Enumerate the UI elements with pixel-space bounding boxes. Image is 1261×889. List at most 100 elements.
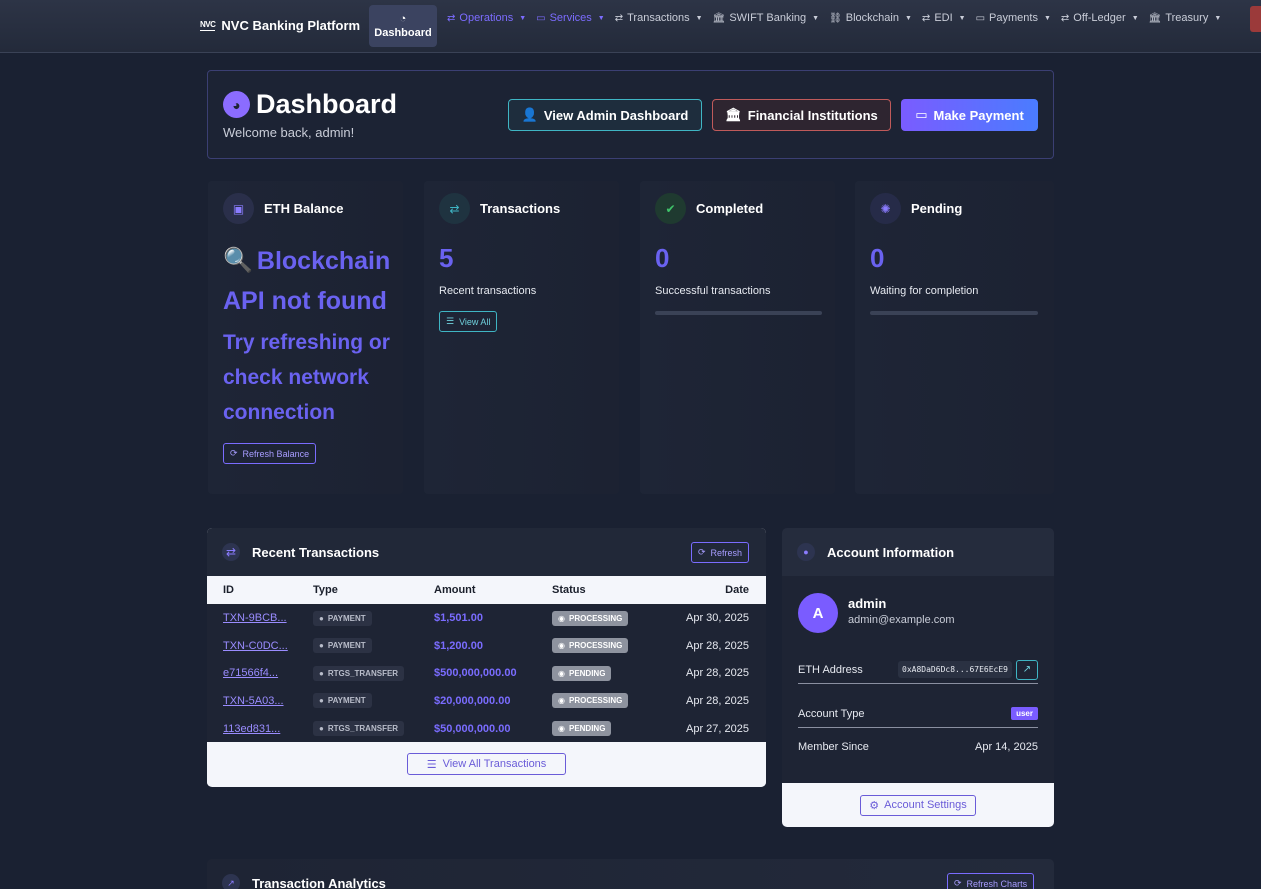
error-line-2: API not found (223, 287, 387, 315)
list-icon: ☰ (446, 316, 455, 326)
nav-user-button[interactable] (1250, 6, 1261, 32)
nav-item-treasury[interactable]: 🏛 Treasury ▼ (1149, 12, 1222, 24)
nav-item-label: EDI (934, 12, 953, 24)
nav-dashboard[interactable]: ◔ Dashboard (369, 5, 437, 47)
clock-icon: ◉ (558, 696, 565, 706)
nav-item-services[interactable]: ▭ Services ▼ (536, 12, 605, 24)
nav-item-label: Blockchain (845, 12, 899, 24)
transaction-status-badge: ◉ PENDING (552, 665, 612, 681)
caret-down-icon: ▼ (597, 14, 605, 22)
caret-down-icon: ▼ (695, 14, 703, 22)
exchange-icon: ⇄ (439, 193, 470, 224)
external-link-icon[interactable]: ↗ (1016, 659, 1038, 680)
transaction-status-badge: ◉ PROCESSING (552, 610, 629, 626)
transaction-id-link[interactable]: TXN-C0DC... (223, 640, 288, 652)
financial-institutions-button[interactable]: 🏛 Financial Institutions (712, 99, 891, 131)
search-icon: 🔍 (223, 247, 253, 274)
transaction-date: Apr 28, 2025 (672, 659, 766, 688)
table-row: TXN-9BCB... ● PAYMENT $1,501.00 ◉ PROCESSING A… (207, 604, 766, 632)
recent-transactions-title: Recent Transactions (252, 544, 380, 560)
dashboard-gauge-icon: ◔ (399, 13, 407, 25)
transaction-status-text: PENDING (568, 724, 606, 734)
transaction-type-text: RTGS_TRANSFER (327, 668, 399, 678)
refresh-balance-label: Refresh Balance (242, 448, 310, 459)
brand[interactable]: NVC NVC Banking Platform (200, 18, 360, 33)
nav-item-label: Operations (459, 12, 514, 24)
completed-label: Completed (696, 201, 764, 216)
transaction-date: Apr 28, 2025 (672, 631, 766, 660)
dot-icon: ● (319, 668, 324, 678)
transaction-type-badge: ● PAYMENT (313, 693, 372, 709)
refresh-charts-button[interactable]: ⟳ Refresh Charts (947, 873, 1035, 889)
transaction-status-text: PENDING (568, 668, 606, 678)
transaction-id-link[interactable]: e71566f4... (223, 667, 278, 679)
welcome-text: Welcome back, admin! (223, 125, 355, 140)
transaction-id-link[interactable]: 113ed831... (223, 723, 280, 735)
nav-item-payments[interactable]: ▭ Payments ▼ (976, 12, 1051, 24)
nav-item-transactions[interactable]: ⇄ Transactions ▼ (615, 12, 703, 24)
refresh-icon: ⟳ (230, 448, 238, 458)
spinner-icon: ✺ (870, 193, 901, 224)
pending-card: ✺ Pending 0 Waiting for completion (855, 181, 1054, 494)
refresh-balance-button[interactable]: ⟳ Refresh Balance (223, 443, 317, 464)
table-row: TXN-C0DC... ● PAYMENT $1,200.00 ◉ PROCESSING A… (207, 631, 766, 660)
col-date: Date (672, 576, 766, 605)
account-information-title: Account Information (827, 544, 955, 560)
eth-address-value: 0xA8DaD6Dc8...67E6EcE9 (898, 661, 1012, 678)
nav-item-blockchain[interactable]: ⛓ Blockchain ▼ (829, 12, 912, 24)
transaction-status-text: PROCESSING (568, 613, 623, 623)
transaction-analytics-title: Transaction Analytics (252, 876, 386, 889)
clock-icon: ◉ (558, 724, 565, 734)
view-all-transactions-button[interactable]: ☰ View All Transactions (407, 753, 566, 776)
transaction-amount: $1,501.00 (434, 612, 483, 625)
account-type-row: Account Type user (798, 700, 1038, 728)
refresh-icon: ⟳ (698, 547, 706, 557)
exchange-icon: ⇄ (447, 12, 456, 24)
transaction-id-link[interactable]: TXN-5A03... (223, 695, 284, 707)
caret-down-icon: ▼ (904, 14, 912, 22)
caret-down-icon: ▼ (1131, 14, 1139, 22)
refresh-icon: ⟳ (954, 878, 962, 888)
transaction-date: Apr 27, 2025 (672, 714, 766, 743)
pending-sub: Waiting for completion (870, 285, 979, 297)
bank-icon: 🏛 (712, 12, 726, 24)
dashboard-header: ◕ Dashboard Welcome back, admin! 👤 View … (207, 70, 1054, 159)
make-payment-button[interactable]: ▭ Make Payment (901, 99, 1038, 131)
exchange-icon: ⇄ (921, 12, 931, 24)
make-payment-label: Make Payment (933, 107, 1024, 123)
dot-icon: ● (319, 724, 324, 734)
account-information-card: ● Account Information A admin admin@exam… (782, 528, 1054, 827)
exchange-icon: ⇄ (1060, 12, 1070, 24)
view-all-button[interactable]: ☰ View All (439, 311, 498, 332)
view-admin-dashboard-button[interactable]: 👤 View Admin Dashboard (508, 99, 702, 131)
transaction-id-link[interactable]: TXN-9BCB... (223, 612, 287, 624)
transactions-count: 5 (439, 243, 454, 273)
member-since-row: Member Since Apr 14, 2025 (798, 738, 1038, 756)
dot-icon: ● (319, 641, 324, 651)
eth-balance-card: ▣ ETH Balance 🔍 Blockchain API not found … (208, 181, 403, 494)
account-settings-button[interactable]: ⚙ Account Settings (860, 794, 976, 816)
nav-dashboard-label: Dashboard (374, 27, 432, 39)
completed-sub: Successful transactions (655, 285, 771, 297)
col-type: Type (313, 576, 434, 605)
brand-logo: NVC (200, 19, 216, 31)
pending-count: 0 (870, 243, 885, 273)
nav-item-off-ledger[interactable]: ⇄ Off-Ledger ▼ (1061, 12, 1139, 24)
bank-icon: 🏛 (1148, 12, 1162, 24)
table-row: e71566f4... ● RTGS_TRANSFER $500,000,000.00… (207, 659, 766, 688)
col-status: Status (552, 576, 672, 605)
nav-menu: ⇄ Operations ▼ ▭ Services ▼ ⇄ Transactions ▼ 🏛 SWI… (447, 12, 1231, 24)
refresh-charts-label: Refresh Charts (966, 878, 1028, 889)
clock-icon: ◉ (558, 613, 565, 623)
transaction-status-text: PROCESSING (568, 641, 623, 651)
nav-item-operations[interactable]: ⇄ Operations ▼ (447, 12, 526, 24)
caret-down-icon: ▼ (519, 14, 527, 22)
eth-balance-label: ETH Balance (264, 201, 344, 216)
chart-line-icon: ↗ (222, 874, 240, 889)
refresh-transactions-button[interactable]: ⟳ Refresh (691, 542, 750, 563)
caret-down-icon: ▼ (1214, 14, 1222, 22)
nav-item-swift-banking[interactable]: 🏛 SWIFT Banking ▼ (713, 12, 819, 24)
account-email: admin@example.com (848, 614, 955, 626)
nav-item-edi[interactable]: ⇄ EDI ▼ (922, 12, 966, 24)
account-type-badge: user (1011, 707, 1038, 720)
